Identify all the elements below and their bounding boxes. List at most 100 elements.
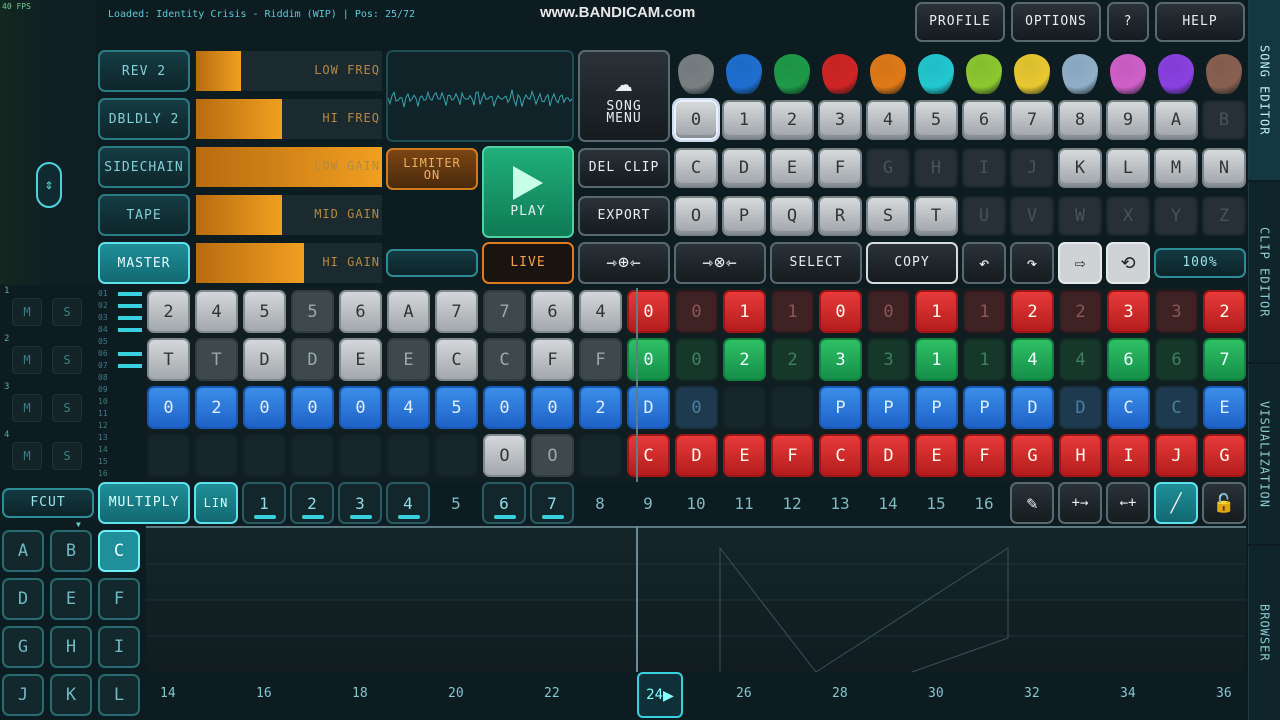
clip-key[interactable]: M	[1154, 148, 1198, 188]
clip-cell[interactable]: 3	[1155, 290, 1198, 333]
clip-cell[interactable]: D	[1059, 386, 1102, 429]
clip-key[interactable]: 0	[674, 100, 718, 140]
clip-cell[interactable]: J	[1155, 434, 1198, 477]
clip-cell[interactable]: 4	[387, 386, 430, 429]
pick-color-5[interactable]	[918, 54, 954, 94]
clip-key[interactable]: L	[1106, 148, 1150, 188]
help-button[interactable]: HELP	[1155, 2, 1245, 42]
clip-cell[interactable]	[723, 386, 766, 429]
clip-key[interactable]: O	[674, 196, 718, 236]
redo-button[interactable]: ↷	[1010, 242, 1054, 284]
clip-cell[interactable]: 6	[339, 290, 382, 333]
clip-cell[interactable]: D	[627, 386, 670, 429]
clip-cell[interactable]: 0	[291, 386, 334, 429]
clip-cell[interactable]: 6	[1107, 338, 1150, 381]
clip-key[interactable]: Q	[770, 196, 814, 236]
mute-button[interactable]: M	[12, 346, 42, 374]
clip-cell[interactable]: H	[1059, 434, 1102, 477]
clip-cell[interactable]: O	[531, 434, 574, 477]
options-button[interactable]: OPTIONS	[1011, 2, 1101, 42]
pick-color-10[interactable]	[1158, 54, 1194, 94]
clip-key[interactable]: 8	[1058, 100, 1102, 140]
clip-key[interactable]: 6	[962, 100, 1006, 140]
clip-cell[interactable]: 2	[771, 338, 814, 381]
step-number[interactable]: 16	[962, 482, 1006, 524]
clip-cell[interactable]: P	[867, 386, 910, 429]
fx-button-0[interactable]: REV 2	[98, 50, 190, 92]
tempo-slider-handle[interactable]: ⇕	[36, 162, 62, 208]
step-number[interactable]: 6	[482, 482, 526, 524]
clip-cell[interactable]: F	[963, 434, 1006, 477]
step-number[interactable]: 10	[674, 482, 718, 524]
fx-button-4[interactable]: MASTER	[98, 242, 190, 284]
expand-button[interactable]: +→	[1058, 482, 1102, 524]
clip-cell[interactable]	[579, 434, 622, 477]
clip-cell[interactable]: 0	[147, 386, 190, 429]
clip-cell[interactable]: E	[387, 338, 430, 381]
solo-button[interactable]: S	[52, 394, 82, 422]
mute-button[interactable]: M	[12, 442, 42, 470]
clip-cell[interactable]: E	[723, 434, 766, 477]
contract-button[interactable]: ←+	[1106, 482, 1150, 524]
clip-cell[interactable]: 1	[915, 290, 958, 333]
step-number[interactable]: 8	[578, 482, 622, 524]
clip-cell[interactable]: 3	[819, 338, 862, 381]
pencil-button[interactable]: ✎	[1010, 482, 1054, 524]
clip-cell[interactable]: 1	[771, 290, 814, 333]
clip-cell[interactable]: T	[195, 338, 238, 381]
playhead-marker[interactable]: 24 ▶	[637, 672, 683, 718]
clip-cell[interactable]	[147, 434, 190, 477]
step-number[interactable]: 13	[818, 482, 862, 524]
clip-cell[interactable]: P	[819, 386, 862, 429]
clip-cell[interactable]: E	[915, 434, 958, 477]
clip-key[interactable]: E	[770, 148, 814, 188]
clip-cell[interactable]: P	[963, 386, 1006, 429]
clip-key[interactable]: J	[1010, 148, 1054, 188]
step-number[interactable]: 11	[722, 482, 766, 524]
step-number[interactable]: 15	[914, 482, 958, 524]
clip-key[interactable]: H	[914, 148, 958, 188]
clip-cell[interactable]: F	[579, 338, 622, 381]
clip-cell[interactable]	[291, 434, 334, 477]
clip-cell[interactable]: 6	[1155, 338, 1198, 381]
delete-move-button[interactable]: ⇾⊗⇽	[674, 242, 766, 284]
clip-key[interactable]: D	[722, 148, 766, 188]
letter-key[interactable]: H	[50, 626, 92, 668]
clip-cell[interactable]: C	[483, 338, 526, 381]
clip-cell[interactable]: 0	[675, 338, 718, 381]
clip-key[interactable]: X	[1106, 196, 1150, 236]
pick-color-1[interactable]	[726, 54, 762, 94]
lock-button[interactable]: 🔓	[1202, 482, 1246, 524]
letter-key[interactable]: F	[98, 578, 140, 620]
letter-key[interactable]: B	[50, 530, 92, 572]
clip-cell[interactable]: 0	[627, 290, 670, 333]
clip-cell[interactable]: 5	[435, 386, 478, 429]
pick-color-8[interactable]	[1062, 54, 1098, 94]
clip-cell[interactable]: D	[1011, 386, 1054, 429]
multiply-button[interactable]: MULTIPLY	[98, 482, 190, 524]
clip-key[interactable]: A	[1154, 100, 1198, 140]
mute-button[interactable]: M	[12, 298, 42, 326]
pick-color-9[interactable]	[1110, 54, 1146, 94]
clip-key[interactable]: N	[1202, 148, 1246, 188]
clip-cell[interactable]: C	[819, 434, 862, 477]
tab-browser[interactable]: BROWSER	[1248, 546, 1280, 720]
letter-key[interactable]: L	[98, 674, 140, 716]
letter-key[interactable]: A	[2, 530, 44, 572]
clip-cell[interactable]	[435, 434, 478, 477]
fx-slider-1[interactable]: HI FREQ	[196, 99, 382, 139]
step-number[interactable]: 4	[386, 482, 430, 524]
clip-key[interactable]: K	[1058, 148, 1102, 188]
clip-key[interactable]: I	[962, 148, 1006, 188]
question-button[interactable]: ?	[1107, 2, 1149, 42]
clip-key[interactable]: W	[1058, 196, 1102, 236]
clip-cell[interactable]: G	[1011, 434, 1054, 477]
clip-cell[interactable]: 3	[867, 338, 910, 381]
clip-cell[interactable]: 2	[195, 386, 238, 429]
profile-button[interactable]: PROFILE	[915, 2, 1005, 42]
song-menu-button[interactable]: ☁ SONG MENU	[578, 50, 670, 142]
clip-cell[interactable]: 5	[243, 290, 286, 333]
clip-key[interactable]: S	[866, 196, 910, 236]
line-tool-button[interactable]: ╱	[1154, 482, 1198, 524]
fx-slider-0[interactable]: LOW FREQ	[196, 51, 382, 91]
